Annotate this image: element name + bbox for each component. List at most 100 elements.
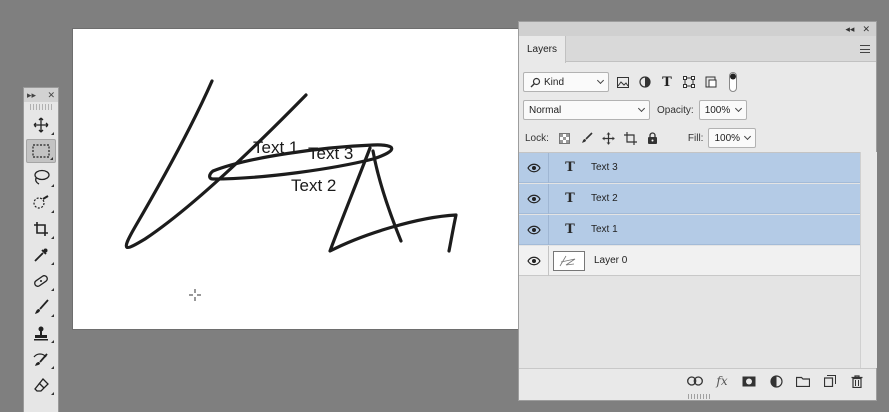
history-brush-tool-icon bbox=[33, 353, 48, 366]
text-layer-icon: T bbox=[565, 222, 575, 237]
layer-row-layer-0[interactable]: Layer 0 bbox=[519, 245, 860, 276]
visibility-toggle[interactable] bbox=[519, 214, 549, 245]
blend-mode-value: Normal bbox=[529, 104, 562, 116]
tools-panel: ▸▸ ✕ bbox=[23, 87, 59, 412]
delete-layer-icon[interactable] bbox=[848, 373, 866, 389]
panel-menu-icon[interactable] bbox=[860, 45, 870, 53]
layer-name[interactable]: Text 1 bbox=[591, 224, 618, 235]
filter-adjustment-icon[interactable] bbox=[637, 74, 653, 90]
crosshair-cursor-icon bbox=[189, 289, 201, 301]
quick-selection-tool-icon bbox=[33, 195, 49, 209]
lock-label: Lock: bbox=[525, 132, 549, 144]
layer-name[interactable]: Layer 0 bbox=[594, 255, 627, 266]
search-icon bbox=[530, 77, 541, 88]
blend-row: Normal Opacity: 100% bbox=[523, 100, 876, 120]
opacity-label: Opacity: bbox=[657, 104, 694, 116]
chevron-down-icon bbox=[744, 132, 752, 141]
tool-clone-stamp[interactable] bbox=[26, 321, 56, 345]
layer-row-text-1[interactable]: T Text 1 bbox=[519, 214, 860, 245]
panel-tabs: Layers bbox=[519, 36, 876, 63]
visibility-toggle[interactable] bbox=[519, 245, 549, 276]
collapse-panel-icon[interactable]: ◂◂ bbox=[845, 24, 854, 35]
tool-crop[interactable] bbox=[26, 217, 56, 241]
crop-tool-icon bbox=[34, 222, 48, 236]
tool-eraser[interactable] bbox=[26, 373, 56, 397]
filter-row: Kind T bbox=[523, 72, 876, 92]
canvas-text-1[interactable]: Text 1 bbox=[253, 138, 298, 158]
tools-panel-header[interactable]: ▸▸ ✕ bbox=[24, 88, 58, 102]
canvas-text-3[interactable]: Text 3 bbox=[308, 144, 353, 164]
close-icon[interactable]: ✕ bbox=[47, 90, 55, 101]
new-group-icon[interactable] bbox=[794, 373, 812, 389]
lock-position-icon[interactable] bbox=[601, 130, 617, 146]
brush-tool-icon bbox=[35, 299, 49, 314]
filter-smart-object-icon[interactable] bbox=[703, 74, 719, 90]
text-layer-icon: T bbox=[565, 191, 575, 206]
layer-row-text-2[interactable]: T Text 2 bbox=[519, 183, 860, 214]
filter-pixel-icon[interactable] bbox=[615, 74, 631, 90]
eye-icon bbox=[526, 163, 541, 172]
layer-mask-icon[interactable] bbox=[740, 373, 758, 389]
tab-layers[interactable]: Layers bbox=[519, 36, 566, 63]
tool-brush[interactable] bbox=[26, 295, 56, 319]
filter-kind-select[interactable]: Kind bbox=[523, 72, 609, 92]
new-layer-icon[interactable] bbox=[821, 373, 839, 389]
tool-lasso[interactable] bbox=[26, 165, 56, 189]
chevron-down-icon bbox=[734, 104, 742, 113]
layers-list: T Text 3 T Text 2 T Text 1 Layer 0 bbox=[519, 152, 860, 368]
link-layers-icon[interactable] bbox=[686, 373, 704, 389]
layers-panel: ◂◂ ✕ Layers Kind T Normal Opacity: 100% bbox=[518, 21, 877, 401]
lock-pixels-icon[interactable] bbox=[579, 130, 595, 146]
opacity-field[interactable]: 100% bbox=[698, 100, 747, 120]
layers-bottom-bar: fx bbox=[519, 368, 876, 393]
layer-row-text-3[interactable]: T Text 3 bbox=[519, 152, 860, 183]
fill-field[interactable]: 100% bbox=[708, 128, 757, 148]
visibility-toggle[interactable] bbox=[519, 183, 549, 214]
visibility-toggle[interactable] bbox=[519, 152, 549, 183]
lock-artboard-icon[interactable] bbox=[623, 130, 639, 146]
move-tool-icon bbox=[33, 117, 49, 133]
tool-eyedropper[interactable] bbox=[26, 243, 56, 267]
document-canvas[interactable]: Text 1 Text 3 Text 2 bbox=[73, 29, 521, 329]
text-layer-icon: T bbox=[565, 160, 575, 175]
fx-icon[interactable]: fx bbox=[713, 373, 731, 389]
layers-panel-header[interactable]: ◂◂ ✕ bbox=[519, 22, 876, 36]
layer-name[interactable]: Text 2 bbox=[591, 193, 618, 204]
eraser-tool-icon bbox=[34, 378, 49, 392]
filter-type-icon[interactable]: T bbox=[659, 74, 675, 90]
fill-value: 100% bbox=[714, 132, 741, 144]
clone-stamp-tool-icon bbox=[34, 326, 48, 341]
tools-grip[interactable] bbox=[30, 104, 52, 110]
healing-brush-tool-icon bbox=[34, 275, 48, 287]
adjustment-layer-icon[interactable] bbox=[767, 373, 785, 389]
eye-icon bbox=[526, 225, 541, 234]
stroke-left bbox=[124, 79, 308, 249]
tool-healing-brush[interactable] bbox=[26, 269, 56, 293]
marquee-tool-icon bbox=[32, 144, 50, 158]
tool-quick-selection[interactable] bbox=[26, 191, 56, 215]
panel-resize-grip[interactable] bbox=[688, 394, 710, 399]
lock-row: Lock: Fill: 100% bbox=[525, 128, 876, 148]
chevron-down-icon bbox=[637, 104, 646, 113]
eyedropper-tool-icon bbox=[34, 248, 48, 262]
eye-icon bbox=[526, 256, 541, 265]
layer-name[interactable]: Text 3 bbox=[591, 162, 618, 173]
lock-all-icon[interactable] bbox=[645, 130, 661, 146]
filter-shape-icon[interactable] bbox=[681, 74, 697, 90]
tool-history-brush[interactable] bbox=[26, 347, 56, 371]
close-panel-icon[interactable]: ✕ bbox=[862, 24, 870, 35]
lasso-tool-icon bbox=[34, 169, 50, 185]
tool-move[interactable] bbox=[26, 113, 56, 137]
blend-mode-select[interactable]: Normal bbox=[523, 100, 650, 120]
chevron-down-icon bbox=[596, 76, 605, 85]
fill-label: Fill: bbox=[687, 132, 704, 144]
opacity-value: 100% bbox=[704, 104, 731, 116]
tool-marquee[interactable] bbox=[26, 139, 56, 163]
layer-thumbnail bbox=[553, 250, 585, 271]
lock-transparent-icon[interactable] bbox=[557, 130, 573, 146]
layers-scrollbar[interactable] bbox=[860, 152, 877, 368]
expand-panel-icon[interactable]: ▸▸ bbox=[27, 90, 36, 101]
filter-kind-value: Kind bbox=[544, 76, 565, 88]
filter-toggle-icon[interactable] bbox=[725, 72, 741, 92]
canvas-text-2[interactable]: Text 2 bbox=[291, 176, 336, 196]
